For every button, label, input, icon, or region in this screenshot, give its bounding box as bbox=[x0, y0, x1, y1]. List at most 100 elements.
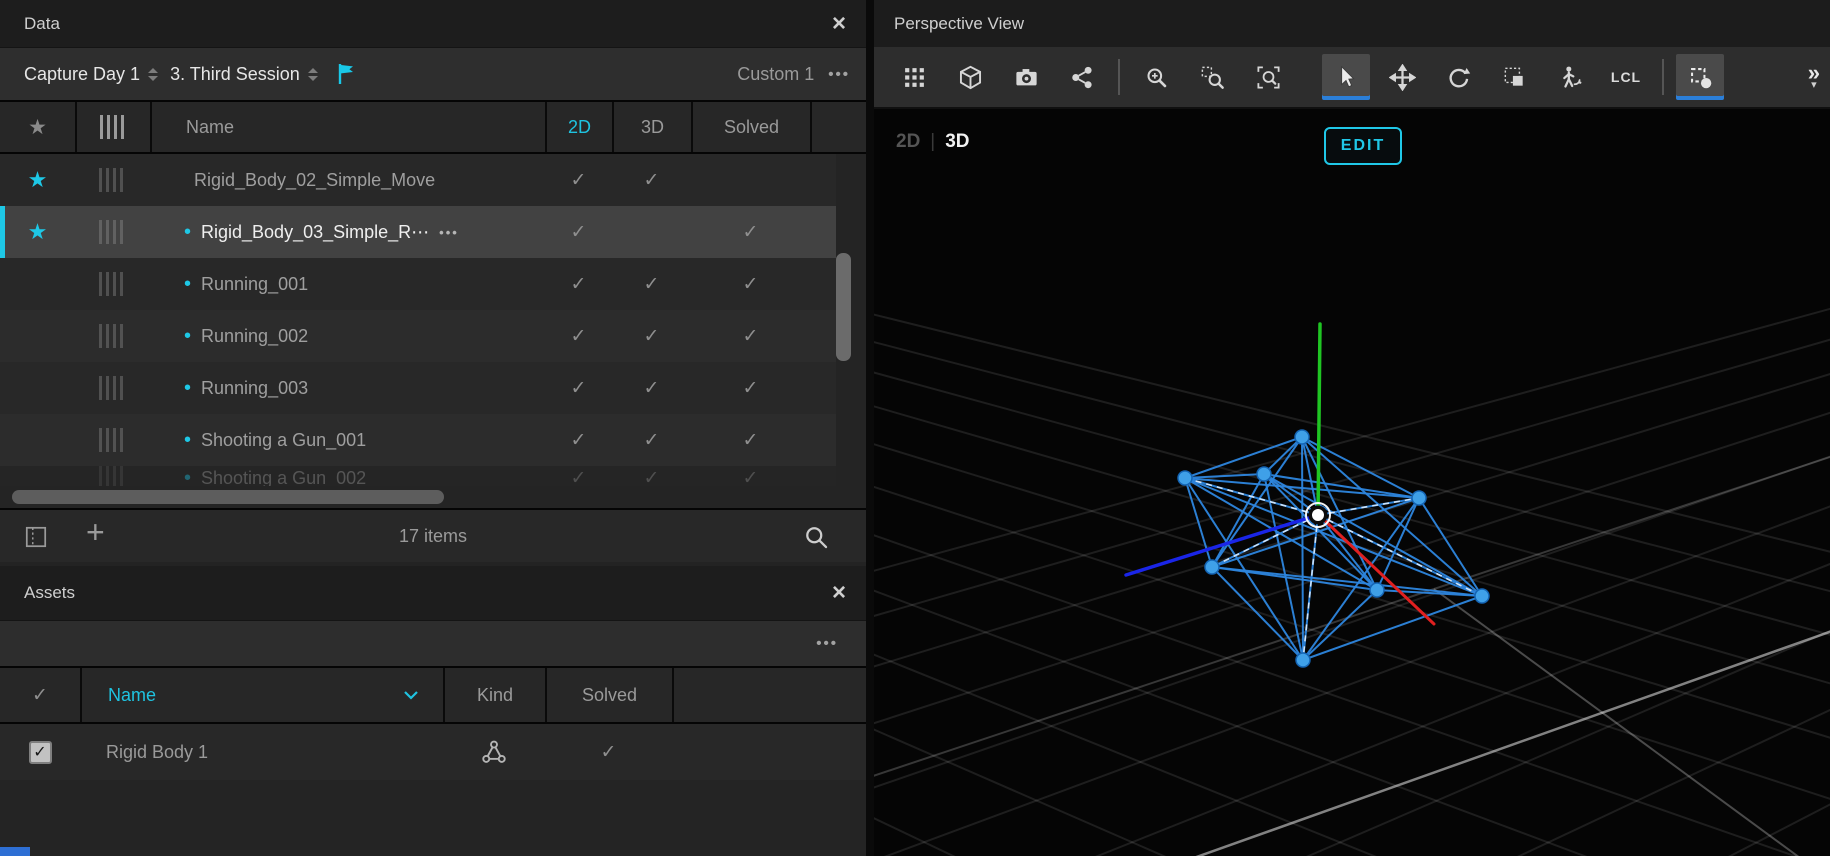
grid-line-bright bbox=[1434, 589, 1830, 856]
column-header-filler bbox=[672, 668, 866, 722]
asset-row[interactable]: ✓ Rigid Body 1 ✓ bbox=[0, 724, 866, 780]
left-panel-column: Data × Capture Day 1 3. Third Session Cu… bbox=[0, 0, 866, 856]
rotate-tool-icon[interactable] bbox=[1434, 54, 1482, 100]
marker-dot bbox=[1295, 430, 1309, 444]
assets-panel-titlebar: Assets × bbox=[0, 566, 866, 620]
column-header-enabled[interactable]: ✓ bbox=[0, 668, 80, 722]
session-menu-icon[interactable]: ••• bbox=[828, 66, 850, 83]
check-solved: ✓ bbox=[743, 325, 759, 348]
column-header-asset-solved[interactable]: Solved bbox=[545, 668, 672, 722]
horizontal-scrollbar-thumb[interactable] bbox=[12, 490, 444, 504]
column-header-asset-name[interactable]: Name bbox=[80, 668, 443, 722]
take-name[interactable]: Shooting a Gun_002 bbox=[201, 468, 366, 487]
close-icon[interactable]: × bbox=[832, 581, 846, 605]
star-icon[interactable]: ★ bbox=[28, 219, 48, 245]
assets-panel: Assets × ••• ✓ Name Kind Solved ✓ Rigid … bbox=[0, 566, 866, 856]
mode-3d-button[interactable]: 3D bbox=[945, 131, 969, 153]
take-name[interactable]: Rigid_Body_03_Simple_R⋯ bbox=[201, 222, 429, 243]
rigid-body-edge bbox=[1303, 590, 1377, 660]
session-day-selector[interactable]: Capture Day 1 bbox=[24, 64, 140, 85]
check-solved: ✓ bbox=[743, 467, 759, 487]
column-header-tracks[interactable] bbox=[75, 102, 150, 152]
cube-view-icon[interactable] bbox=[946, 54, 994, 100]
take-row-selected[interactable]: ★ •Rigid_Body_03_Simple_R⋯••• ✓ ✓ bbox=[0, 206, 836, 258]
bars-icon bbox=[99, 466, 126, 486]
translate-tool-icon[interactable] bbox=[1378, 54, 1426, 100]
grid-line bbox=[874, 109, 1034, 856]
viewport-canvas bbox=[874, 109, 1830, 856]
take-name[interactable]: Running_001 bbox=[201, 274, 308, 295]
horizontal-scrollbar[interactable] bbox=[0, 486, 866, 508]
zoom-region-icon[interactable] bbox=[1188, 54, 1236, 100]
depth-layer-icon[interactable] bbox=[1490, 54, 1538, 100]
star-icon[interactable]: ★ bbox=[28, 167, 48, 193]
toolbar-overflow-button[interactable]: » ▾ bbox=[1808, 64, 1820, 90]
assets-menu-icon[interactable]: ••• bbox=[816, 635, 838, 652]
grid-menu-icon[interactable] bbox=[890, 54, 938, 100]
take-row-partial[interactable]: •Shooting a Gun_002 ✓ ✓ ✓ bbox=[0, 466, 836, 486]
marker-dot bbox=[1296, 653, 1310, 667]
chevron-updown-icon[interactable] bbox=[148, 68, 158, 81]
bullet-icon: • bbox=[184, 221, 191, 244]
region-select-tool-button[interactable] bbox=[1676, 54, 1724, 100]
column-header-star[interactable]: ★ bbox=[0, 102, 75, 152]
column-header-3d[interactable]: 3D bbox=[612, 102, 691, 152]
session-name-selector[interactable]: 3. Third Session bbox=[170, 64, 300, 85]
column-header-solved[interactable]: Solved bbox=[691, 102, 810, 152]
check-3d: ✓ bbox=[644, 377, 660, 400]
edit-button[interactable]: EDIT bbox=[1324, 127, 1402, 165]
viewport-toolbar: LCL » ▾ bbox=[874, 47, 1830, 109]
bullet-icon: • bbox=[184, 325, 191, 348]
select-tool-button[interactable] bbox=[1322, 54, 1370, 100]
flag-icon[interactable] bbox=[336, 62, 358, 86]
grid-line bbox=[874, 109, 1274, 856]
check-solved: ✓ bbox=[743, 429, 759, 452]
marker-dot bbox=[1412, 491, 1426, 505]
take-row[interactable]: •Running_001 ✓ ✓ ✓ bbox=[0, 258, 836, 310]
check-solved: ✓ bbox=[743, 377, 759, 400]
camera-icon[interactable] bbox=[1002, 54, 1050, 100]
asset-name[interactable]: Rigid Body 1 bbox=[80, 742, 443, 763]
check-2d: ✓ bbox=[571, 429, 587, 452]
take-row[interactable]: •Running_003 ✓ ✓ ✓ bbox=[0, 362, 836, 414]
take-name[interactable]: Shooting a Gun_001 bbox=[201, 430, 366, 451]
asset-name-header-label: Name bbox=[108, 685, 156, 706]
markers-icon[interactable] bbox=[1058, 54, 1106, 100]
asset-enabled-checkbox[interactable]: ✓ bbox=[29, 741, 52, 764]
viewport-title: Perspective View bbox=[894, 14, 1024, 34]
chevron-updown-icon[interactable] bbox=[308, 68, 318, 81]
search-icon[interactable] bbox=[803, 524, 830, 556]
bottom-left-accent bbox=[0, 847, 30, 856]
zoom-to-cursor-icon[interactable] bbox=[1132, 54, 1180, 100]
viewport-titlebar: Perspective View bbox=[874, 0, 1830, 47]
vertical-scrollbar-thumb[interactable] bbox=[836, 253, 851, 361]
row-menu-icon[interactable]: ••• bbox=[439, 225, 459, 240]
panel-divider[interactable] bbox=[866, 0, 874, 856]
take-name[interactable]: Rigid_Body_02_Simple_Move bbox=[194, 170, 435, 191]
take-row[interactable]: ★ Rigid_Body_02_Simple_Move ✓ ✓ bbox=[0, 154, 836, 206]
lcl-coordinate-button[interactable]: LCL bbox=[1602, 54, 1650, 100]
mode-2d-button[interactable]: 2D bbox=[896, 131, 920, 153]
assets-panel-title: Assets bbox=[24, 583, 75, 603]
layout-preset-label[interactable]: Custom 1 bbox=[737, 64, 814, 85]
bullet-icon: • bbox=[184, 377, 191, 400]
take-name[interactable]: Running_003 bbox=[201, 378, 308, 399]
skeleton-actor-icon[interactable] bbox=[1546, 54, 1594, 100]
column-header-name[interactable]: Name bbox=[150, 102, 545, 152]
column-header-2d[interactable]: 2D bbox=[545, 102, 612, 152]
check-2d: ✓ bbox=[571, 169, 587, 192]
take-row[interactable]: •Shooting a Gun_001 ✓ ✓ ✓ bbox=[0, 414, 836, 466]
viewport-3d[interactable]: 2D | 3D EDIT bbox=[874, 109, 1830, 856]
view-mode-toggle: 2D | 3D bbox=[896, 131, 970, 153]
check-2d: ✓ bbox=[571, 467, 587, 487]
bars-icon bbox=[99, 168, 126, 192]
bars-icon bbox=[99, 376, 126, 400]
pivot-center bbox=[1312, 509, 1324, 521]
chevron-down-icon[interactable] bbox=[403, 685, 419, 706]
take-name[interactable]: Running_002 bbox=[201, 326, 308, 347]
take-row[interactable]: •Running_002 ✓ ✓ ✓ bbox=[0, 310, 836, 362]
close-icon[interactable]: × bbox=[832, 12, 846, 36]
check-2d: ✓ bbox=[571, 325, 587, 348]
column-header-kind[interactable]: Kind bbox=[443, 668, 545, 722]
zoom-fit-icon[interactable] bbox=[1244, 54, 1292, 100]
